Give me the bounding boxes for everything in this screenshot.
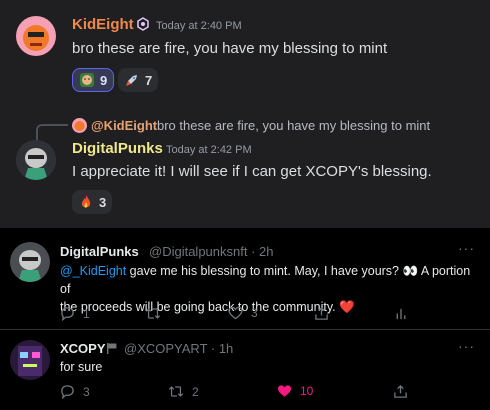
mention-link[interactable]: @_KidEight — [60, 264, 126, 278]
reply-count: 3 — [83, 384, 90, 399]
heart-icon — [228, 306, 243, 320]
reaction-fire[interactable]: 3 — [72, 190, 113, 214]
reaction-face[interactable]: 9 — [72, 68, 115, 92]
tweet-author-name[interactable]: DigitalPunks — [60, 244, 139, 259]
reply-action[interactable]: 1 — [60, 306, 90, 321]
twitter-thread: DigitalPunks @Digitalpunksnft · 2h ··· @… — [0, 228, 490, 410]
message-author[interactable]: DigitalPunks — [72, 140, 163, 157]
digitalpunks-tweet-avatar[interactable] — [10, 242, 50, 282]
tweet-handle-time[interactable]: @XCOPYART · 1h — [124, 341, 233, 356]
retweet-count: 2 — [192, 384, 199, 399]
message-text: bro these are fire, you have my blessing… — [72, 40, 388, 57]
kideight-avatar[interactable] — [16, 16, 56, 56]
like-action[interactable]: 10 — [277, 384, 313, 398]
message-timestamp: Today at 2:42 PM — [166, 144, 252, 156]
retweet-action[interactable] — [145, 306, 169, 321]
reply-icon — [61, 307, 74, 321]
rocket-emoji-icon — [124, 72, 140, 88]
xcopy-avatar[interactable] — [10, 340, 50, 380]
reply-author[interactable]: @KidEight — [91, 118, 157, 133]
reaction-count: 3 — [99, 194, 107, 210]
share-icon — [315, 306, 328, 320]
reply-action[interactable]: 3 — [60, 384, 90, 399]
more-options-button[interactable]: ··· — [458, 338, 475, 354]
retweet-action[interactable]: 2 — [168, 384, 199, 399]
heart-filled-icon — [277, 385, 292, 397]
reply-avatar — [72, 118, 87, 133]
discord-chat: KidEight Today at 2:40 PM bro these are … — [0, 0, 490, 228]
reply-count: 1 — [83, 306, 90, 321]
tweet-author-name[interactable]: XCOPY — [60, 341, 106, 356]
reaction-rocket[interactable]: 7 — [118, 68, 159, 92]
analytics-action[interactable] — [394, 306, 416, 321]
like-count: 3 — [251, 306, 258, 320]
share-action[interactable] — [314, 306, 337, 321]
tweet-divider — [0, 329, 490, 330]
message-author[interactable]: KidEight — [72, 16, 134, 33]
share-icon — [394, 384, 407, 398]
tweet-text-line: the proceeds will be going back to the c… — [60, 300, 355, 314]
reply-connector — [36, 124, 68, 140]
share-action[interactable] — [393, 384, 416, 399]
like-count: 10 — [300, 384, 314, 398]
message-timestamp: Today at 2:40 PM — [156, 20, 242, 32]
flag-icon — [106, 342, 118, 360]
tweet-text: @_KidEight gave me his blessing to mint.… — [60, 262, 480, 316]
retweet-icon — [145, 308, 161, 319]
message-text: I appreciate it! I will see if I can get… — [72, 163, 432, 180]
fire-emoji-icon — [78, 194, 94, 210]
reaction-count: 7 — [145, 72, 153, 88]
reply-icon — [61, 385, 74, 399]
tweet-handle-time[interactable]: @Digitalpunksnft · 2h — [149, 244, 273, 259]
digitalpunks-avatar[interactable] — [16, 140, 56, 180]
reply-preview-text[interactable]: bro these are fire, you have my blessing… — [157, 118, 430, 133]
more-options-button[interactable]: ··· — [458, 240, 475, 256]
retweet-icon — [168, 386, 184, 397]
tweet-text: for sure — [60, 360, 103, 374]
like-action[interactable]: 3 — [228, 306, 258, 320]
analytics-icon — [396, 308, 406, 320]
nitro-badge-icon — [136, 17, 150, 36]
reaction-count: 9 — [100, 72, 108, 88]
face-emoji-icon — [79, 72, 95, 88]
